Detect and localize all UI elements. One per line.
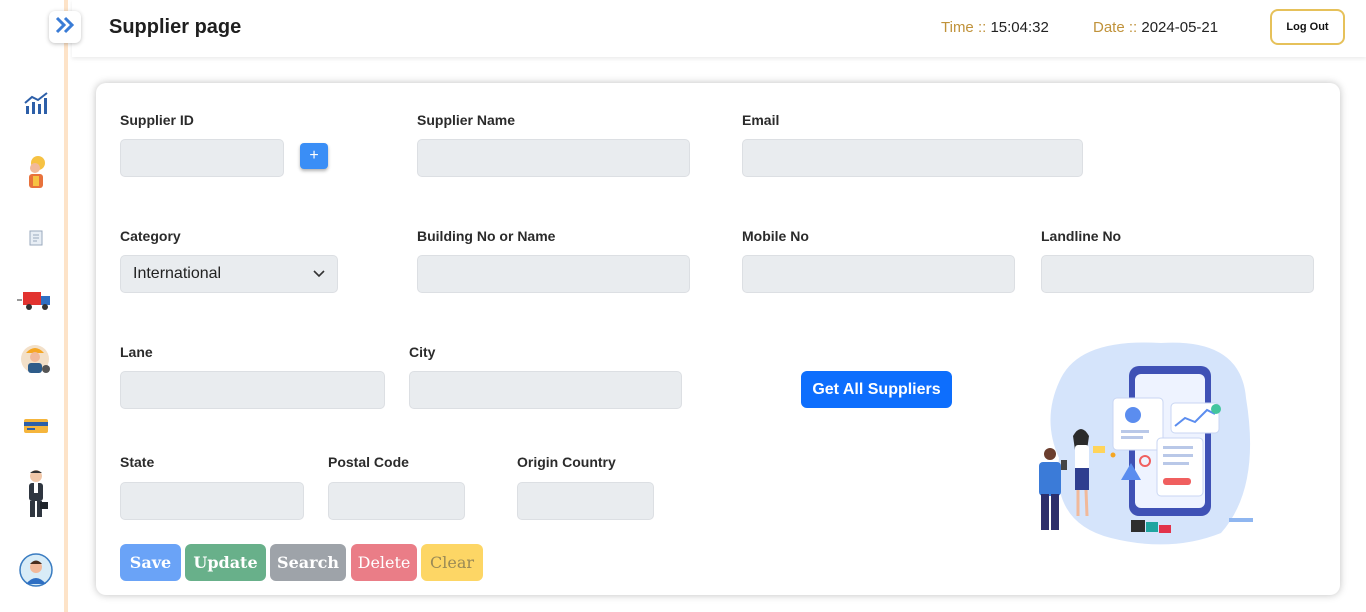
supplier-name-input[interactable] (417, 139, 690, 177)
lane-input[interactable] (120, 371, 385, 409)
state-label: State (120, 454, 155, 470)
supplier-name-label: Supplier Name (417, 112, 516, 128)
add-supplier-id-button[interactable]: + (300, 143, 328, 169)
postal-code-label: Postal Code (328, 454, 409, 470)
supplier-illustration (1021, 338, 1261, 553)
origin-country-label: Origin Country (517, 454, 616, 470)
landline-input[interactable] (1041, 255, 1314, 293)
date-label: Date :: (1093, 19, 1138, 36)
sidebar (0, 0, 68, 612)
category-select[interactable]: International (120, 255, 338, 293)
supplier-form-card: Supplier ID + Supplier Name Email Catego… (96, 83, 1340, 595)
email-input[interactable] (742, 139, 1083, 177)
get-all-suppliers-button[interactable]: Get All Suppliers (801, 371, 952, 408)
double-chevron-right-icon (54, 15, 76, 40)
lane-label: Lane (120, 344, 153, 360)
category-selected-value: International (133, 265, 222, 282)
document-icon[interactable] (16, 218, 56, 258)
time-display: Time :: 15:04:32 (941, 19, 1049, 36)
worker-icon[interactable] (16, 152, 56, 192)
date-display: Date :: 2024-05-21 (1093, 19, 1218, 36)
user-avatar-icon[interactable] (16, 550, 56, 590)
save-button[interactable]: Save (120, 544, 181, 581)
city-input[interactable] (409, 371, 682, 409)
email-label: Email (742, 112, 780, 128)
businessman-icon[interactable] (16, 466, 56, 522)
logout-button[interactable]: Log Out (1270, 9, 1345, 45)
top-bar: Supplier page Time :: 15:04:32 Date :: 2… (72, 0, 1366, 57)
mobile-input[interactable] (742, 255, 1015, 293)
delete-button[interactable]: Delete (351, 544, 417, 581)
landline-label: Landline No (1041, 228, 1122, 244)
time-value: 15:04:32 (990, 19, 1049, 36)
page-title: Supplier page (109, 16, 242, 38)
category-label: Category (120, 228, 181, 244)
date-value: 2024-05-21 (1141, 19, 1219, 36)
supplier-id-input[interactable] (120, 139, 284, 177)
delivery-truck-icon[interactable] (16, 280, 56, 320)
update-button[interactable]: Update (185, 544, 266, 581)
supplier-id-label: Supplier ID (120, 112, 194, 128)
chevron-down-icon (313, 265, 325, 283)
credit-card-icon[interactable] (16, 406, 56, 446)
clear-button[interactable]: Clear (421, 544, 483, 581)
search-button[interactable]: Search (270, 544, 346, 581)
time-label: Time :: (941, 19, 987, 36)
chart-icon[interactable] (16, 83, 56, 123)
mobile-label: Mobile No (742, 228, 809, 244)
state-input[interactable] (120, 482, 304, 520)
postal-code-input[interactable] (328, 482, 465, 520)
city-label: City (409, 344, 436, 360)
origin-country-input[interactable] (517, 482, 654, 520)
engineer-icon[interactable] (16, 340, 56, 380)
sidebar-toggle-button[interactable] (49, 11, 81, 43)
building-input[interactable] (417, 255, 690, 293)
building-label: Building No or Name (417, 228, 556, 244)
